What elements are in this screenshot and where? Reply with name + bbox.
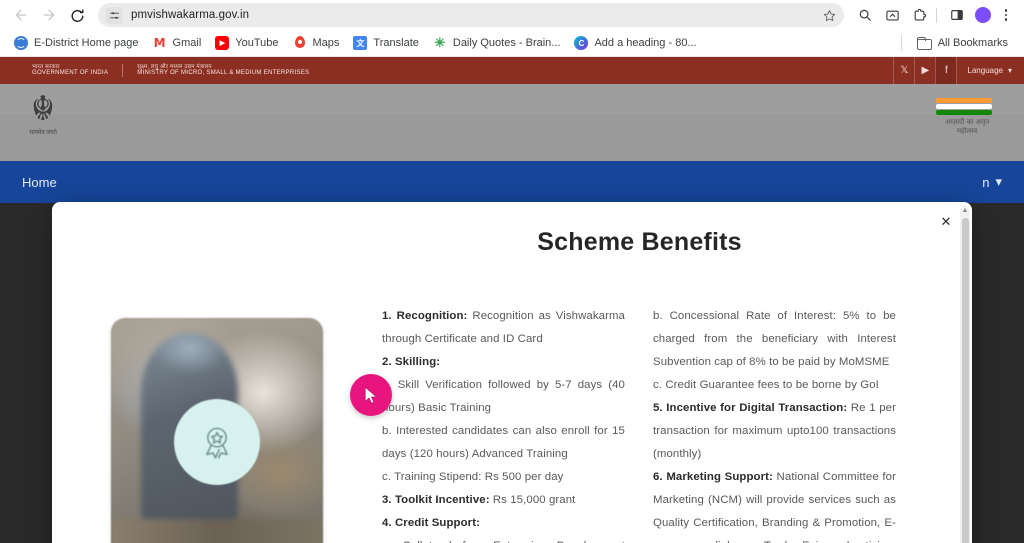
ministry-block: सूक्ष्म, लघु और मध्यम उद्यम मंत्रालय MIN… [123, 64, 323, 77]
benefits-column-right: b. Concessional Rate of Interest: 5% to … [653, 310, 896, 543]
language-selector[interactable]: Language ▾ [956, 57, 1024, 84]
youtube-icon[interactable]: ▶ [914, 57, 935, 84]
maps-pin-icon [293, 36, 307, 50]
forward-arrow-icon [43, 9, 55, 21]
modal-text-area: Scheme Benefits 1. Recognition: Recognit… [382, 206, 957, 543]
extensions-button[interactable] [907, 3, 931, 27]
youtube-icon: ▶ [215, 36, 230, 50]
search-button[interactable] [853, 3, 877, 27]
mouse-cursor-icon [364, 386, 378, 404]
bookmark-label: E-District Home page [34, 37, 139, 49]
flag-saffron-bar [936, 98, 992, 103]
extensions-icon [914, 8, 926, 20]
gmail-icon: M [152, 36, 167, 50]
screen-root: pmvishwakarma.gov.in E-District Home pag… [0, 0, 1024, 543]
kebab-dot [1004, 13, 1008, 17]
benefits-columns: 1. Recognition: Recognition as Vishwakar… [382, 305, 927, 543]
side-panel-icon [951, 10, 963, 20]
globe-icon [14, 36, 28, 50]
facebook-glyph: f [945, 65, 948, 76]
bookmark-label: Add a heading - 80... [594, 37, 697, 49]
quotes-icon [433, 36, 447, 50]
modal-scrollbar[interactable]: ▲ ▼ [960, 206, 970, 543]
back-arrow-icon [15, 9, 27, 21]
bookmarks-divider [900, 35, 902, 51]
share-button[interactable] [880, 3, 904, 27]
scrollbar-thumb[interactable] [961, 218, 969, 543]
chevron-down-icon: ▾ [1007, 66, 1012, 75]
all-bookmarks-label: All Bookmarks [937, 37, 1008, 49]
x-twitter-icon[interactable]: 𝕏 [893, 57, 914, 84]
youtube-glyph: ▶ [921, 65, 930, 76]
government-of-india-block: भारत सरकार GOVERNMENT OF INDIA [18, 63, 124, 78]
toolbar-divider [936, 7, 937, 23]
government-strip: भारत सरकार GOVERNMENT OF INDIA सूक्ष्म, … [0, 57, 1024, 84]
artisan-photo [111, 318, 323, 543]
bookmarks-bar: E-District Home page M Gmail ▶ YouTube M… [0, 30, 1024, 57]
bookmark-item-translate[interactable]: 文 Translate [347, 33, 424, 54]
modal-overlay[interactable]: ✕ ▲ ▼ [0, 114, 1024, 543]
facebook-icon[interactable]: f [935, 57, 957, 84]
flag-white-bar [936, 104, 992, 109]
language-label: Language [967, 66, 1003, 75]
share-icon [885, 10, 899, 20]
url-text: pmvishwakarma.gov.in [131, 9, 250, 21]
canva-icon: C [574, 36, 589, 50]
ministry-english-label: MINISTRY OF MICRO, SMALL & MEDIUM ENTERP… [137, 70, 310, 77]
modal-visual-column [52, 206, 392, 543]
bookmarks-bar-right: All Bookmarks [900, 33, 1016, 54]
bookmark-item-gmail[interactable]: M Gmail [147, 33, 208, 54]
bookmark-label: YouTube [235, 37, 279, 49]
all-bookmarks-button[interactable]: All Bookmarks [911, 33, 1014, 54]
bookmark-item-canva[interactable]: C Add a heading - 80... [568, 33, 702, 54]
bookmark-item-maps[interactable]: Maps [287, 33, 346, 54]
browser-menu-button[interactable] [996, 9, 1016, 21]
bookmark-label: Maps [312, 37, 340, 49]
side-panel-button[interactable] [945, 3, 969, 27]
modal-body: Scheme Benefits 1. Recognition: Recognit… [52, 202, 957, 543]
translate-icon: 文 [353, 36, 368, 50]
photo-bench [111, 518, 323, 543]
mouse-cursor-indicator [350, 374, 392, 416]
webpage-content: भारत सरकार GOVERNMENT OF INDIA सूक्ष्म, … [0, 57, 1024, 543]
gov-english-label: GOVERNMENT OF INDIA [32, 70, 109, 77]
profile-avatar-icon[interactable] [975, 7, 991, 23]
bookmark-label: Translate [373, 37, 419, 49]
gov-strip-right: 𝕏 ▶ f Language ▾ [893, 57, 1024, 84]
kebab-dot [1004, 9, 1008, 12]
page-title: Scheme Benefits [537, 228, 742, 256]
folder-icon [916, 36, 932, 50]
gov-strip-left: भारत सरकार GOVERNMENT OF INDIA सूक्ष्म, … [0, 63, 323, 78]
search-icon [859, 9, 871, 21]
forward-button[interactable] [36, 2, 62, 28]
award-ribbon-icon [174, 399, 260, 485]
reload-button[interactable] [64, 2, 90, 28]
scroll-up-arrow-icon[interactable]: ▲ [960, 206, 970, 216]
address-bar[interactable]: pmvishwakarma.gov.in [98, 3, 844, 27]
kebab-dot [1004, 18, 1008, 21]
scheme-benefits-modal: ✕ ▲ ▼ [52, 202, 972, 543]
x-glyph: 𝕏 [900, 65, 909, 76]
bookmark-item-youtube[interactable]: ▶ YouTube [209, 33, 284, 54]
bookmark-label: Gmail [172, 37, 202, 49]
bookmark-item-edistrict[interactable]: E-District Home page [8, 33, 145, 54]
browser-toolbar: pmvishwakarma.gov.in [0, 0, 1024, 30]
reload-icon [71, 9, 83, 22]
bookmark-item-daily-quotes[interactable]: Daily Quotes - Brain... [427, 33, 567, 54]
benefits-column-left: 1. Recognition: Recognition as Vishwakar… [382, 310, 625, 543]
bookmark-star-icon[interactable] [823, 9, 836, 22]
back-button[interactable] [8, 2, 34, 28]
site-settings-icon[interactable] [106, 6, 123, 24]
bookmark-label: Daily Quotes - Brain... [452, 37, 561, 49]
